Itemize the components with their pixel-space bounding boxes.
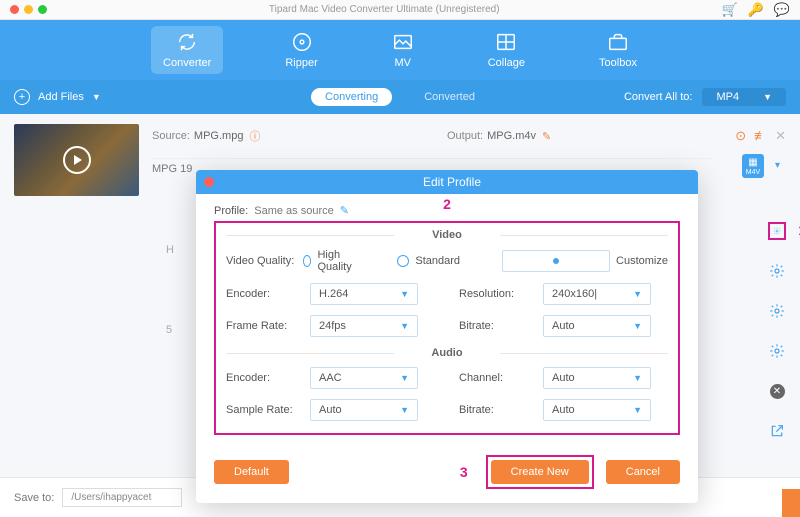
zoom-window-icon[interactable] (38, 5, 47, 14)
nav-toolbox[interactable]: Toolbox (587, 26, 649, 74)
output-value: MPG.m4v (487, 130, 536, 142)
compress-icon[interactable]: ⊙ (735, 128, 746, 144)
settings-icon[interactable] (768, 262, 786, 280)
minimize-window-icon[interactable] (24, 5, 33, 14)
edit-profile-dialog: Edit Profile 2 Profile: Same as source ✎… (196, 170, 698, 503)
output-label: Output: (447, 130, 483, 142)
radio-high-quality[interactable]: High Quality (303, 249, 355, 273)
radio-customize[interactable]: Customize (502, 249, 668, 273)
nav-ripper[interactable]: Ripper (273, 26, 329, 74)
channel-label: Channel: (459, 372, 543, 384)
nav-converter[interactable]: Converter (151, 26, 223, 74)
nav-collage[interactable]: Collage (476, 26, 537, 74)
video-section-title: Video (226, 229, 668, 241)
tab-converted[interactable]: Converted (410, 88, 489, 106)
chevron-down-icon: ▼ (400, 321, 409, 331)
chevron-down-icon: ▼ (633, 373, 642, 383)
encoder-label: Encoder: (226, 288, 310, 300)
titlebar: Tipard Mac Video Converter Ultimate (Unr… (0, 0, 800, 20)
resolution-select[interactable]: 240x160|▼ (543, 283, 651, 305)
tab-converting[interactable]: Converting (311, 88, 392, 106)
close-dialog-icon[interactable] (204, 177, 214, 187)
chevron-down-icon: ▼ (633, 405, 642, 415)
collage-icon (495, 31, 517, 53)
remove-icon[interactable]: ✕ (768, 382, 786, 400)
key-icon[interactable]: 🔑 (748, 2, 764, 18)
settings-icon[interactable] (768, 342, 786, 360)
framerate-label: Frame Rate: (226, 320, 310, 332)
audio-encoder-label: Encoder: (226, 372, 310, 384)
chevron-down-icon: ▼ (400, 405, 409, 415)
close-icon[interactable]: ✕ (775, 128, 786, 144)
window-controls[interactable] (10, 5, 47, 14)
enhance-icon[interactable]: ≢ (754, 128, 767, 144)
dialog-title: Edit Profile (214, 175, 690, 189)
side-toolbar: ✕ (768, 222, 786, 440)
output-format-select[interactable]: MP4 ▼ (702, 88, 786, 106)
video-bitrate-select[interactable]: Auto▼ (543, 315, 651, 337)
info-icon[interactable]: ⓘ (249, 128, 260, 144)
audio-bitrate-label: Bitrate: (459, 404, 543, 416)
chevron-down-icon: ▼ (400, 289, 409, 299)
close-window-icon[interactable] (10, 5, 19, 14)
settings-icon[interactable] (768, 222, 786, 240)
channel-select[interactable]: Auto▼ (543, 367, 651, 389)
disc-icon (291, 31, 313, 53)
chevron-down-icon: ▼ (763, 92, 772, 102)
toolbox-icon (607, 31, 629, 53)
audio-encoder-select[interactable]: AAC▼ (310, 367, 418, 389)
resolution-label: Resolution: (459, 288, 543, 300)
top-nav: Converter Ripper MV Collage Toolbox (0, 20, 800, 80)
chevron-down-icon: ▼ (400, 373, 409, 383)
video-encoder-select[interactable]: H.264▼ (310, 283, 418, 305)
samplerate-label: Sample Rate: (226, 404, 310, 416)
chevron-down-icon: ▼ (633, 321, 642, 331)
source-label: Source: (152, 130, 190, 142)
annotation-2: 2 (443, 196, 451, 212)
convert-all-to-label: Convert All to: (624, 91, 692, 103)
play-icon[interactable] (63, 146, 91, 174)
settings-icon[interactable] (768, 302, 786, 320)
nav-mv[interactable]: MV (380, 26, 426, 74)
window-title: Tipard Mac Video Converter Ultimate (Unr… (47, 4, 721, 15)
radio-standard[interactable]: Standard (397, 249, 460, 273)
feedback-icon[interactable]: 💬 (774, 2, 790, 18)
chevron-down-icon[interactable]: ▼ (92, 92, 101, 102)
hidden-h: H (166, 244, 174, 256)
profile-value: Same as source (254, 205, 333, 217)
audio-bitrate-select[interactable]: Auto▼ (543, 399, 651, 421)
save-to-label: Save to: (14, 492, 54, 504)
profile-label: Profile: (214, 205, 248, 217)
create-new-button[interactable]: Create New (491, 460, 589, 484)
video-quality-label: Video Quality: (226, 255, 303, 267)
cancel-button[interactable]: Cancel (606, 460, 680, 484)
annotation-3: 3 (460, 464, 468, 480)
default-button[interactable]: Default (214, 460, 289, 484)
settings-panel: Video Video Quality: High Quality Standa… (214, 221, 680, 435)
edit-icon[interactable]: ✎ (340, 204, 349, 217)
save-path-field[interactable]: /Users/ihappyacet (62, 488, 182, 507)
refresh-icon (176, 31, 198, 53)
add-files-button[interactable]: + Add Files ▼ (14, 89, 101, 105)
framerate-select[interactable]: 24fps▼ (310, 315, 418, 337)
chevron-down-icon: ▼ (633, 289, 642, 299)
open-external-icon[interactable] (768, 422, 786, 440)
video-thumbnail[interactable] (14, 124, 139, 196)
toolbar: + Add Files ▼ Converting Converted Conve… (0, 80, 800, 114)
hidden-5: 5 (166, 324, 172, 336)
format-badge[interactable]: M4V (742, 154, 764, 178)
plus-icon: + (14, 89, 30, 105)
dialog-header: Edit Profile (196, 170, 698, 194)
bitrate-label: Bitrate: (459, 320, 543, 332)
edit-icon[interactable]: ✎ (542, 130, 551, 143)
source-value: MPG.mpg (194, 130, 244, 142)
chevron-down-icon[interactable]: ▾ (775, 160, 780, 171)
convert-all-button[interactable] (782, 489, 800, 517)
audio-section-title: Audio (226, 347, 668, 359)
samplerate-select[interactable]: Auto▼ (310, 399, 418, 421)
cart-icon[interactable]: 🛒 (721, 2, 737, 18)
image-icon (392, 31, 414, 53)
